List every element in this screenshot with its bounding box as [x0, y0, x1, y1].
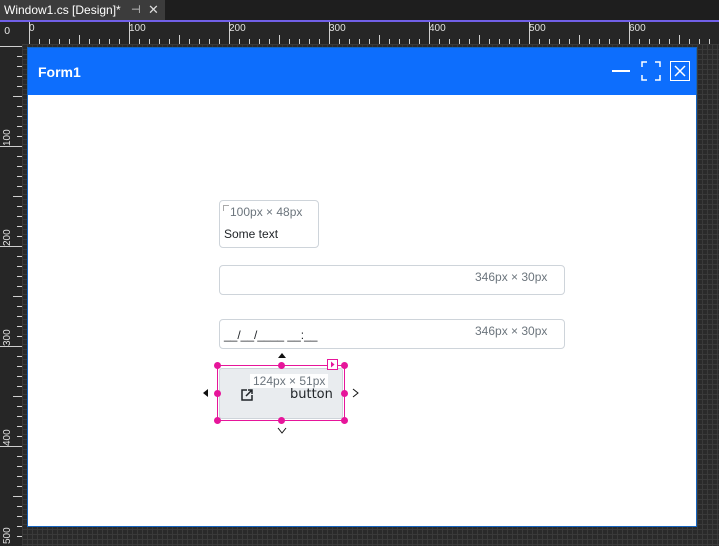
ruler-corner-label: 0 — [4, 26, 11, 37]
close-icon[interactable] — [670, 61, 690, 81]
textbox-size-tag: 346px × 30px — [471, 270, 552, 284]
tab-window1-design[interactable]: Window1.cs [Design]* ⊣ ✕ — [0, 0, 165, 20]
close-tab-icon[interactable]: ✕ — [148, 0, 159, 20]
selection-rectangle — [217, 365, 345, 421]
ruler-label-100: 100 — [129, 23, 146, 34]
resize-handle-s[interactable] — [278, 417, 285, 424]
resize-handle-ne[interactable] — [341, 362, 348, 369]
smart-tag-icon[interactable] — [327, 359, 338, 370]
horizontal-ruler: 0 100 200 300 400 500 600 — [22, 22, 719, 44]
masked-textbox-size-tag: 346px × 30px — [471, 324, 552, 338]
pin-icon[interactable]: ⊣ — [131, 0, 141, 20]
ruler-label-v100: 100 — [2, 129, 13, 146]
horizontal-ruler-ticks — [29, 22, 710, 44]
ruler-label-0: 0 — [29, 23, 35, 34]
resize-handle-sw[interactable] — [214, 417, 221, 424]
move-up-arrow-icon[interactable] — [277, 351, 287, 359]
vertical-ruler: 100 200 300 400 500 — [0, 44, 22, 546]
ruler-label-600: 600 — [629, 23, 646, 34]
form-titlebar[interactable]: Form1 — [28, 48, 696, 95]
move-down-arrow-icon[interactable] — [277, 427, 287, 435]
document-tab-strip: Window1.cs [Design]* ⊣ ✕ — [0, 0, 719, 20]
move-left-arrow-icon[interactable] — [201, 388, 209, 398]
resize-handle-se[interactable] — [341, 417, 348, 424]
form-title: Form1 — [38, 64, 81, 80]
masked-textbox-value: __/__/____ __:__ — [224, 328, 318, 342]
minimize-icon[interactable] — [612, 70, 630, 72]
ruler-label-v400: 400 — [2, 429, 13, 446]
resize-handle-w[interactable] — [214, 390, 221, 397]
label-size-tag: 100px × 48px — [230, 205, 303, 219]
vertical-ruler-ticks — [0, 46, 22, 537]
ruler-label-400: 400 — [429, 23, 446, 34]
ruler-label-v200: 200 — [2, 229, 13, 246]
ruler-label-500: 500 — [529, 23, 546, 34]
ruler-label-v300: 300 — [2, 329, 13, 346]
resize-handle-nw[interactable] — [214, 362, 221, 369]
ruler-label-v500: 500 — [2, 527, 13, 544]
ruler-label-300: 300 — [329, 23, 346, 34]
ruler-label-200: 200 — [229, 23, 246, 34]
move-right-arrow-icon[interactable] — [352, 388, 360, 398]
resize-handle-n[interactable] — [278, 362, 285, 369]
ruler-corner: 0 — [0, 22, 22, 44]
tab-title: Window1.cs [Design]* — [4, 3, 121, 17]
maximize-icon[interactable] — [641, 61, 661, 81]
label-text: Some text — [224, 227, 279, 241]
form-window[interactable]: Form1 Some text 100px × 48px 346px × 30p… — [28, 48, 696, 526]
resize-handle-e[interactable] — [341, 390, 348, 397]
label-anchor-icon — [223, 205, 229, 211]
